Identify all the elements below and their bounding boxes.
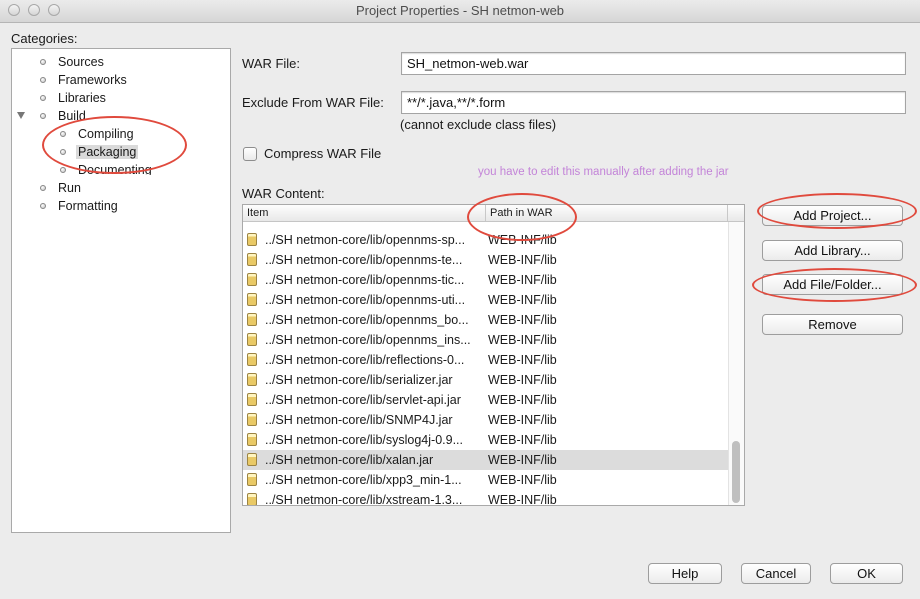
window-titlebar: Project Properties - SH netmon-web (0, 0, 920, 23)
cell-path-in-war[interactable]: WEB-INF/lib (488, 250, 726, 270)
cell-path-in-war[interactable]: WEB-INF/lib (488, 270, 726, 290)
jar-file-icon (247, 313, 257, 326)
jar-file-icon (247, 233, 257, 246)
table-row[interactable]: ../SH netmon-core/lib/reflections-0... WE… (243, 350, 728, 370)
jar-file-icon (247, 293, 257, 306)
tree-item-libraries[interactable]: Libraries (40, 89, 106, 107)
exclude-hint: (cannot exclude class files) (400, 117, 557, 132)
categories-label: Categories: (11, 31, 78, 46)
tree-item-label: Formatting (58, 199, 118, 213)
exclude-input[interactable] (401, 91, 906, 114)
node-bullet-icon (40, 185, 46, 191)
cell-item: ../SH netmon-core/lib/reflections-0... (265, 353, 465, 367)
tree-item-label: Sources (58, 55, 104, 69)
node-bullet-icon (40, 95, 46, 101)
tree-item-frameworks[interactable]: Frameworks (40, 71, 127, 89)
cell-item: ../SH netmon-core/lib/servlet-api.jar (265, 393, 461, 407)
jar-file-icon (247, 253, 257, 266)
column-header-item[interactable]: Item (243, 205, 486, 221)
cell-item: ../SH netmon-core/lib/opennms-sp... (265, 233, 466, 247)
table-row[interactable]: ../SH netmon-core/lib/opennms-tic... WEB-… (243, 270, 728, 290)
cell-item: ../SH netmon-core/lib/xpp3_min-1... (265, 473, 462, 487)
jar-file-icon (247, 353, 257, 366)
compress-war-label[interactable]: Compress WAR File (264, 146, 381, 161)
cell-item: ../SH netmon-core/lib/SNMP4J.jar (265, 413, 453, 427)
war-content-label: WAR Content: (242, 186, 325, 201)
jar-file-icon (247, 413, 257, 426)
table-row[interactable]: ../SH netmon-core/lib/opennms_ins... WEB-… (243, 330, 728, 350)
cell-item: ../SH netmon-core/lib/opennms-te... (265, 253, 463, 267)
table-row[interactable]: ../SH netmon-core/lib/xstream-1.3... WEB-… (243, 490, 728, 506)
annotation-ellipse-add-file-folder (752, 268, 917, 302)
jar-file-icon (247, 373, 257, 386)
tree-item-sources[interactable]: Sources (40, 53, 104, 71)
table-row[interactable]: ../SH netmon-core/lib/xalan.jar WEB-INF/l… (243, 450, 728, 470)
cell-path-in-war[interactable]: WEB-INF/lib (488, 470, 726, 490)
table-row[interactable]: ../SH netmon-core/lib/serializer.jar WEB-… (243, 370, 728, 390)
jar-file-icon (247, 453, 257, 466)
compress-war-checkbox[interactable] (243, 147, 257, 161)
node-bullet-icon (40, 77, 46, 83)
node-bullet-icon (40, 59, 46, 65)
exclude-label: Exclude From WAR File: (242, 95, 384, 110)
ok-button[interactable]: OK (830, 563, 903, 584)
help-button[interactable]: Help (648, 563, 722, 584)
add-library-button[interactable]: Add Library... (762, 240, 903, 261)
war-file-input[interactable] (401, 52, 906, 75)
jar-file-icon (247, 273, 257, 286)
table-row[interactable]: ../SH netmon-core/lib/xpp3_min-1... WEB-I… (243, 470, 728, 490)
cell-path-in-war[interactable]: WEB-INF/lib (488, 410, 726, 430)
table-row[interactable]: ../SH netmon-core/lib/opennms-uti... WEB-… (243, 290, 728, 310)
cell-item: ../SH netmon-core/lib/opennms_bo... (265, 313, 469, 327)
scrollbar-thumb[interactable] (732, 441, 740, 503)
cell-item: ../SH netmon-core/lib/xstream-1.3... (265, 493, 463, 506)
cell-path-in-war[interactable]: WEB-INF/lib (488, 390, 726, 410)
cell-item: ../SH netmon-core/lib/opennms-uti... (265, 293, 466, 307)
cell-path-in-war[interactable]: WEB-INF/lib (488, 430, 726, 450)
cell-path-in-war[interactable]: WEB-INF/lib (488, 450, 726, 470)
table-row[interactable]: ../SH netmon-core/lib/SNMP4J.jar WEB-INF/… (243, 410, 728, 430)
cell-item: ../SH netmon-core/lib/opennms_ins... (265, 333, 471, 347)
table-row[interactable]: ../SH netmon-core/lib/opennms_bo... WEB-I… (243, 310, 728, 330)
jar-file-icon (247, 493, 257, 505)
cell-item: ../SH netmon-core/lib/syslog4j-0.9... (265, 433, 463, 447)
cell-path-in-war[interactable]: WEB-INF/lib (488, 290, 726, 310)
cell-path-in-war[interactable]: WEB-INF/lib (488, 490, 726, 505)
remove-button[interactable]: Remove (762, 314, 903, 335)
jar-file-icon (247, 393, 257, 406)
tree-item-formatting[interactable]: Formatting (40, 197, 118, 215)
cell-item: ../SH netmon-core/lib/xalan.jar (265, 453, 434, 467)
table-row[interactable]: ../SH netmon-core/lib/servlet-api.jar WEB… (243, 390, 728, 410)
cell-path-in-war[interactable]: WEB-INF/lib (488, 330, 726, 350)
jar-file-icon (247, 333, 257, 346)
cell-path-in-war[interactable]: WEB-INF/lib (488, 370, 726, 390)
cell-item: ../SH netmon-core/lib/opennms-tic... (265, 273, 465, 287)
tree-item-label: Frameworks (58, 73, 127, 87)
annotation-note: you have to edit this manually after add… (478, 166, 729, 178)
tree-item-label: Run (58, 181, 81, 195)
table-row[interactable]: ../SH netmon-core/lib/syslog4j-0.9... WEB… (243, 430, 728, 450)
cell-item: ../SH netmon-core/lib/serializer.jar (265, 373, 453, 387)
table-row[interactable]: ../SH netmon-core/lib/opennms-te... WEB-I… (243, 250, 728, 270)
node-bullet-icon (40, 113, 46, 119)
tree-item-label: Libraries (58, 91, 106, 105)
annotation-ellipse-add-project (757, 193, 917, 229)
jar-file-icon (247, 473, 257, 486)
node-bullet-icon (60, 167, 66, 173)
tree-item-run[interactable]: Run (40, 179, 81, 197)
annotation-ellipse-path-in-war (467, 193, 577, 241)
cell-path-in-war[interactable]: WEB-INF/lib (488, 350, 726, 370)
annotation-ellipse-packaging (42, 116, 187, 174)
cancel-button[interactable]: Cancel (741, 563, 811, 584)
war-content-table[interactable]: Item Path in WAR ../SH netmon-core/lib/o… (242, 204, 745, 506)
disclosure-triangle-icon[interactable] (17, 112, 25, 119)
cell-path-in-war[interactable]: WEB-INF/lib (488, 310, 726, 330)
window-title: Project Properties - SH netmon-web (355, 3, 565, 18)
war-file-label: WAR File: (242, 56, 301, 71)
node-bullet-icon (40, 203, 46, 209)
jar-file-icon (247, 433, 257, 446)
